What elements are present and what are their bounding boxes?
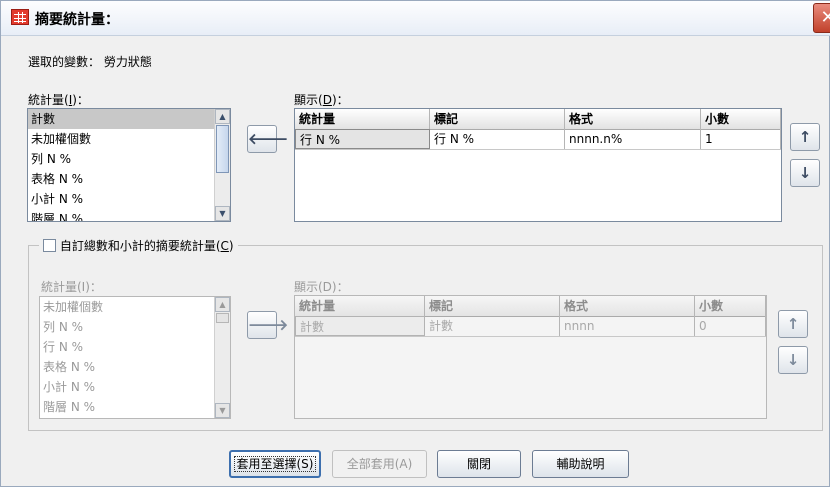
vertical-scrollbar: ▲ ▼ [214, 297, 230, 418]
arrow-left-icon: 🡐 [248, 130, 289, 148]
list-item[interactable]: 小計 N % [28, 189, 230, 209]
statistic-cell[interactable]: 行 N % [295, 129, 430, 149]
list-item[interactable]: 表格 N % [28, 169, 230, 189]
format-cell[interactable]: nnnn.n% [565, 129, 701, 149]
scroll-up-icon[interactable]: ▲ [215, 109, 230, 124]
list-item: 表格 N % [43, 360, 96, 374]
column-header: 統計量 [295, 109, 430, 129]
move-down-button[interactable]: ↓ [790, 159, 820, 187]
grid-header: 統計量 標記 格式 小數 [295, 109, 781, 130]
custom-statistics-label: 統計量(I)： [41, 280, 102, 294]
table-row: 計數 計數 nnnn 0 [295, 316, 766, 337]
label-cell: 計數 [425, 316, 560, 336]
list-item[interactable]: 階層 N % [28, 209, 230, 221]
list-item: 小計 N % [43, 380, 96, 394]
arrow-down-icon: ↓ [786, 351, 800, 369]
table-icon [11, 9, 29, 25]
column-header: 小數 [701, 109, 781, 129]
column-header: 格式 [565, 109, 701, 129]
close-button[interactable]: 關閉 [437, 450, 521, 478]
decimals-cell: 0 [695, 316, 766, 336]
table-row[interactable]: 行 N % 行 N % nnnn.n% 1 [295, 129, 781, 150]
arrow-up-icon: ↑ [786, 315, 800, 333]
scroll-up-icon: ▲ [215, 297, 230, 312]
scroll-down-icon[interactable]: ▼ [215, 206, 230, 221]
arrow-up-icon: ↑ [798, 128, 812, 146]
close-icon: ✕ [820, 7, 830, 28]
list-item[interactable]: 未加權個數 [28, 129, 230, 149]
vertical-scrollbar[interactable]: ▲ ▼ [214, 109, 230, 221]
custom-move-down-button: ↓ [778, 346, 808, 374]
title-bar: 摘要統計量： ✕ [1, 1, 830, 36]
custom-summary-checkbox[interactable] [43, 239, 56, 252]
column-header: 統計量 [295, 296, 425, 316]
statistic-cell: 計數 [295, 316, 425, 336]
selected-variable: 選取的變數： 勞力狀態 [28, 53, 152, 70]
move-up-button[interactable]: ↑ [790, 123, 820, 151]
custom-display-grid: 統計量 標記 格式 小數 計數 計數 nnnn 0 [294, 295, 767, 419]
format-cell: nnnn [560, 316, 695, 336]
apply-to-all-button: 全部套用(A) [332, 450, 427, 478]
scroll-thumb[interactable] [216, 125, 229, 173]
arrow-down-icon: ↓ [798, 164, 812, 182]
move-to-custom-display-button: 🡒 [247, 311, 288, 339]
help-button[interactable]: 輔助說明 [532, 450, 629, 478]
dialog-title: 摘要統計量： [35, 12, 119, 28]
custom-statistics-listbox: 未加權個數 列 N % 行 N % 表格 N % 小計 N % 階層 N % ▲… [39, 296, 231, 419]
list-item[interactable]: 列 N % [28, 149, 230, 169]
grid-header: 統計量 標記 格式 小數 [295, 296, 766, 317]
scroll-down-icon: ▼ [215, 403, 230, 418]
list-item: 未加權個數 [43, 300, 104, 314]
summary-statistics-dialog: 摘要統計量： ✕ 選取的變數： 勞力狀態 統計量(I)： 計數 未加權個數 列 … [0, 0, 830, 487]
custom-display-label: 顯示(D)： [294, 280, 349, 294]
statistics-listbox[interactable]: 計數 未加權個數 列 N % 表格 N % 小計 N % 階層 N % ▲ ▼ [27, 108, 231, 222]
list-item: 階層 N % [43, 400, 96, 414]
custom-summary-toggle[interactable]: 自訂總數和小計的摘要統計量(C) [39, 237, 238, 255]
column-header: 標記 [425, 296, 560, 316]
column-header: 小數 [695, 296, 766, 316]
list-item[interactable]: 計數 [28, 109, 230, 129]
scroll-thumb [216, 313, 229, 323]
arrow-right-icon: 🡒 [248, 316, 289, 334]
selected-variable-value: 勞力狀態 [103, 55, 152, 69]
label-cell[interactable]: 行 N % [430, 129, 565, 149]
close-window-button[interactable]: ✕ [813, 3, 830, 33]
custom-summary-label: 自訂總數和小計的摘要統計量(C) [59, 239, 234, 253]
display-label: 顯示(D)： [294, 93, 349, 107]
column-header: 格式 [560, 296, 695, 316]
list-item: 行 N % [43, 340, 84, 354]
decimals-cell[interactable]: 1 [701, 129, 781, 149]
selected-variable-label: 選取的變數： [28, 55, 101, 69]
list-item: 列 N % [43, 320, 84, 334]
move-to-display-button[interactable]: 🡐 [247, 125, 288, 153]
apply-to-selection-button[interactable]: 套用至選擇(S) [229, 450, 321, 478]
statistics-label: 統計量(I)： [28, 93, 89, 107]
display-grid: 統計量 標記 格式 小數 行 N % 行 N % nnnn.n% 1 [294, 108, 782, 222]
custom-move-up-button: ↑ [778, 310, 808, 338]
column-header: 標記 [430, 109, 565, 129]
